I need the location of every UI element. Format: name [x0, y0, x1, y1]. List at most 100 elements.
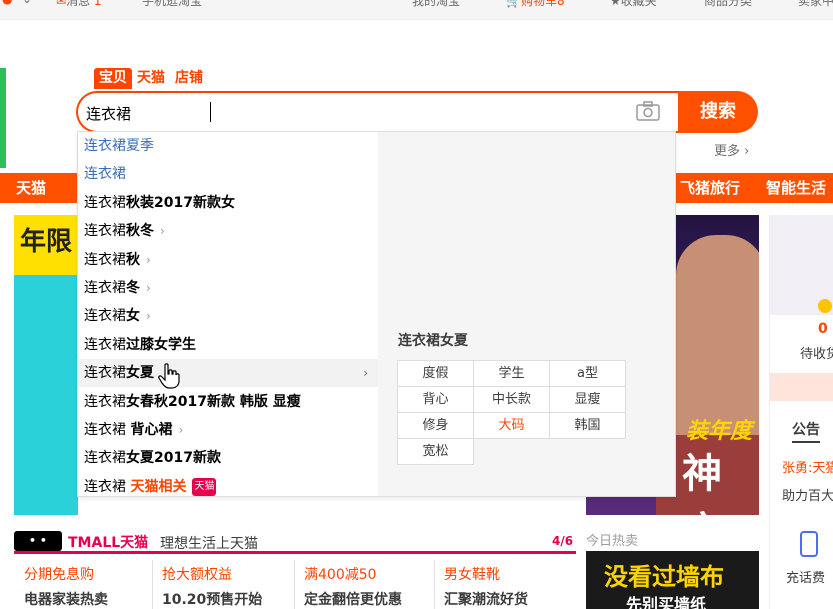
nav-smart-life[interactable]: 智能生活: [766, 173, 826, 203]
cart-link[interactable]: 🛒购物车8: [506, 0, 565, 9]
mobile-taobao-link[interactable]: 手机逛淘宝: [142, 0, 202, 9]
suggestion-item[interactable]: 连衣裙女春秋2017新款 韩版 显瘦: [78, 388, 378, 416]
search-button[interactable]: 搜索: [678, 91, 758, 133]
category-link[interactable]: 商品分类: [704, 0, 752, 9]
banner-left-text: 年限: [20, 227, 73, 257]
tab-tmall[interactable]: 天猫: [132, 68, 170, 89]
chevron-right-icon: ›: [146, 281, 151, 295]
hot-sale-banner[interactable]: 没看过墙布 先别买墙纸: [586, 551, 759, 609]
promo-subtitle: 10.20预售开始: [162, 592, 263, 608]
nav-fliggy[interactable]: 飞猪旅行: [680, 173, 740, 203]
attribute-option[interactable]: 度假: [397, 360, 474, 387]
suggestion-text: 连衣裙: [84, 223, 126, 240]
promo-title: 男女鞋靴: [444, 567, 500, 583]
promo-strip[interactable]: [770, 373, 833, 401]
suggestion-item[interactable]: 连衣裙 背心裙 ›: [78, 416, 378, 444]
promo-subtitle: 定金翻倍更优惠: [304, 592, 402, 608]
tmall-badge-icon: 天猫: [192, 477, 217, 496]
suggestion-item[interactable]: 连衣裙秋装2017新款女: [78, 189, 378, 217]
promo-subtitle: 电器家装热卖: [24, 592, 108, 608]
suggestion-text: 连衣裙: [84, 365, 126, 382]
left-banner[interactable]: 年限: [14, 215, 78, 515]
attribute-option[interactable]: 大码: [473, 412, 550, 439]
news-link[interactable]: 助力百大: [782, 485, 833, 504]
suggestion-keyword: 女春秋2017新款 韩版 显瘦: [126, 393, 301, 410]
hand-cursor-icon: [158, 363, 180, 389]
suggestion-item[interactable]: 连衣裙秋冬 ›: [78, 217, 378, 245]
attribute-option[interactable]: 显瘦: [549, 386, 626, 413]
tab-shop[interactable]: 店铺: [170, 68, 208, 89]
suggestion-text: 连衣裙: [84, 251, 126, 268]
attribute-option[interactable]: 韩国: [549, 412, 626, 439]
suggestion-keyword: 秋: [126, 251, 140, 268]
suggestion-keyword: 秋装2017新款女: [126, 194, 235, 211]
attribute-option[interactable]: a型: [549, 360, 626, 387]
notice-tab[interactable]: 公告: [792, 419, 820, 443]
suggestion-item[interactable]: 连衣裙女夏 ›: [78, 359, 378, 388]
attribute-option[interactable]: 宽松: [397, 438, 474, 465]
tab-baobei[interactable]: 宝贝: [94, 68, 132, 89]
suggestion-text: 连衣裙: [84, 336, 126, 353]
search-tabs: 宝贝 天猫 店铺: [94, 68, 208, 89]
nav-tmall[interactable]: 天猫: [16, 173, 46, 203]
suggestion-text: 连衣裙: [84, 393, 126, 410]
chevron-right-icon: ›: [146, 309, 151, 324]
chevron-right-icon: ›: [146, 252, 151, 267]
attribute-option[interactable]: 背心: [397, 386, 474, 413]
pending-delivery-link[interactable]: 待收货: [800, 343, 833, 362]
suggestion-text: 连衣裙夏季: [84, 138, 154, 154]
suggestion-item[interactable]: 连衣裙秋 ›: [78, 246, 378, 274]
favorites-link[interactable]: ★收藏夹: [610, 0, 657, 9]
divider: [434, 560, 435, 609]
promo-title: 分期免息购: [24, 567, 94, 583]
attribute-option[interactable]: 修身: [397, 412, 474, 439]
search-input[interactable]: [86, 102, 626, 124]
promo-item[interactable]: 满400减50 定金翻倍更优惠: [304, 564, 444, 609]
suggestion-text: 连衣裙: [84, 166, 126, 183]
chevron-right-icon: ›: [178, 423, 184, 437]
suggestion-text: 连衣裙: [84, 478, 131, 495]
my-taobao-link[interactable]: 我的淘宝: [412, 0, 460, 9]
search-box: [76, 91, 678, 133]
seller-center-link[interactable]: 卖家中: [798, 0, 833, 9]
mail-icon: ✉: [56, 0, 67, 8]
suggestion-item[interactable]: 连衣裙 天猫相关 天猫: [78, 473, 378, 501]
promo-item[interactable]: 抢大额权益 10.20预售开始: [162, 564, 302, 609]
suggestion-keyword: 过膝女学生: [126, 336, 196, 353]
recharge-link[interactable]: 充话费: [786, 567, 825, 586]
attribute-option[interactable]: 学生: [473, 360, 550, 387]
banner-line2: 神店: [682, 451, 722, 515]
side-banner-strip: [0, 68, 6, 168]
camera-icon[interactable]: [636, 101, 660, 121]
suggestion-list: 连衣裙夏季 连衣裙 连衣裙秋装2017新款女 连衣裙秋冬 › 连衣裙秋 › 连衣裙冬 › 连衣裙女…: [78, 132, 378, 496]
banner-figure-head: [676, 235, 759, 435]
divider: [152, 560, 153, 609]
search-suggestion-dropdown: 连衣裙夏季 连衣裙 连衣裙秋装2017新款女 连衣裙秋冬 › 连衣裙秋 › 连衣裙冬 › 连衣裙女…: [77, 131, 676, 497]
hot-sale-label: 今日热卖: [586, 534, 639, 549]
promo-subtitle: 汇聚潮流好货: [444, 592, 528, 608]
suggestion-keyword: 女夏2017新款: [126, 450, 221, 467]
tmall-cat-logo: • •: [14, 531, 62, 551]
messages-link[interactable]: ✉消息 1: [56, 0, 102, 9]
pending-count: 0: [818, 321, 828, 337]
taobao-icon: ●: [2, 0, 12, 6]
suggestion-keyword: 秋冬: [126, 223, 154, 240]
suggestion-keyword: 冬: [126, 280, 140, 296]
suggestion-item[interactable]: 连衣裙过膝女学生: [78, 331, 378, 359]
news-link[interactable]: 张勇:天猫: [782, 457, 833, 476]
suggestion-text: 连衣裙: [84, 308, 126, 325]
top-bar: ● ⌄ ✉消息 1 手机逛淘宝 我的淘宝 🛒购物车8 ★收藏夹 商品分类 卖家中: [0, 0, 833, 20]
suggestion-item[interactable]: 连衣裙冬 ›: [78, 274, 378, 302]
suggestion-text: 连衣裙: [84, 280, 126, 296]
suggestion-item[interactable]: 连衣裙: [78, 160, 378, 188]
suggestion-item[interactable]: 连衣裙夏季: [78, 132, 378, 160]
suggestion-item[interactable]: 连衣裙女 ›: [78, 302, 378, 330]
tmall-brand[interactable]: TMALL天猫: [68, 532, 148, 552]
attribute-option[interactable]: 中长款: [473, 386, 550, 413]
user-panel: 0 待收货 公告 张勇:天猫 助力百大 充话费: [769, 215, 833, 609]
tmall-slogan: 理想生活上天猫: [160, 536, 258, 552]
suggestion-item[interactable]: 连衣裙女夏2017新款: [78, 444, 378, 472]
more-link[interactable]: 更多 ›: [714, 140, 749, 159]
promo-item[interactable]: 男女鞋靴 汇聚潮流好货: [444, 564, 584, 609]
promo-item[interactable]: 分期免息购 电器家装热卖: [24, 564, 164, 609]
